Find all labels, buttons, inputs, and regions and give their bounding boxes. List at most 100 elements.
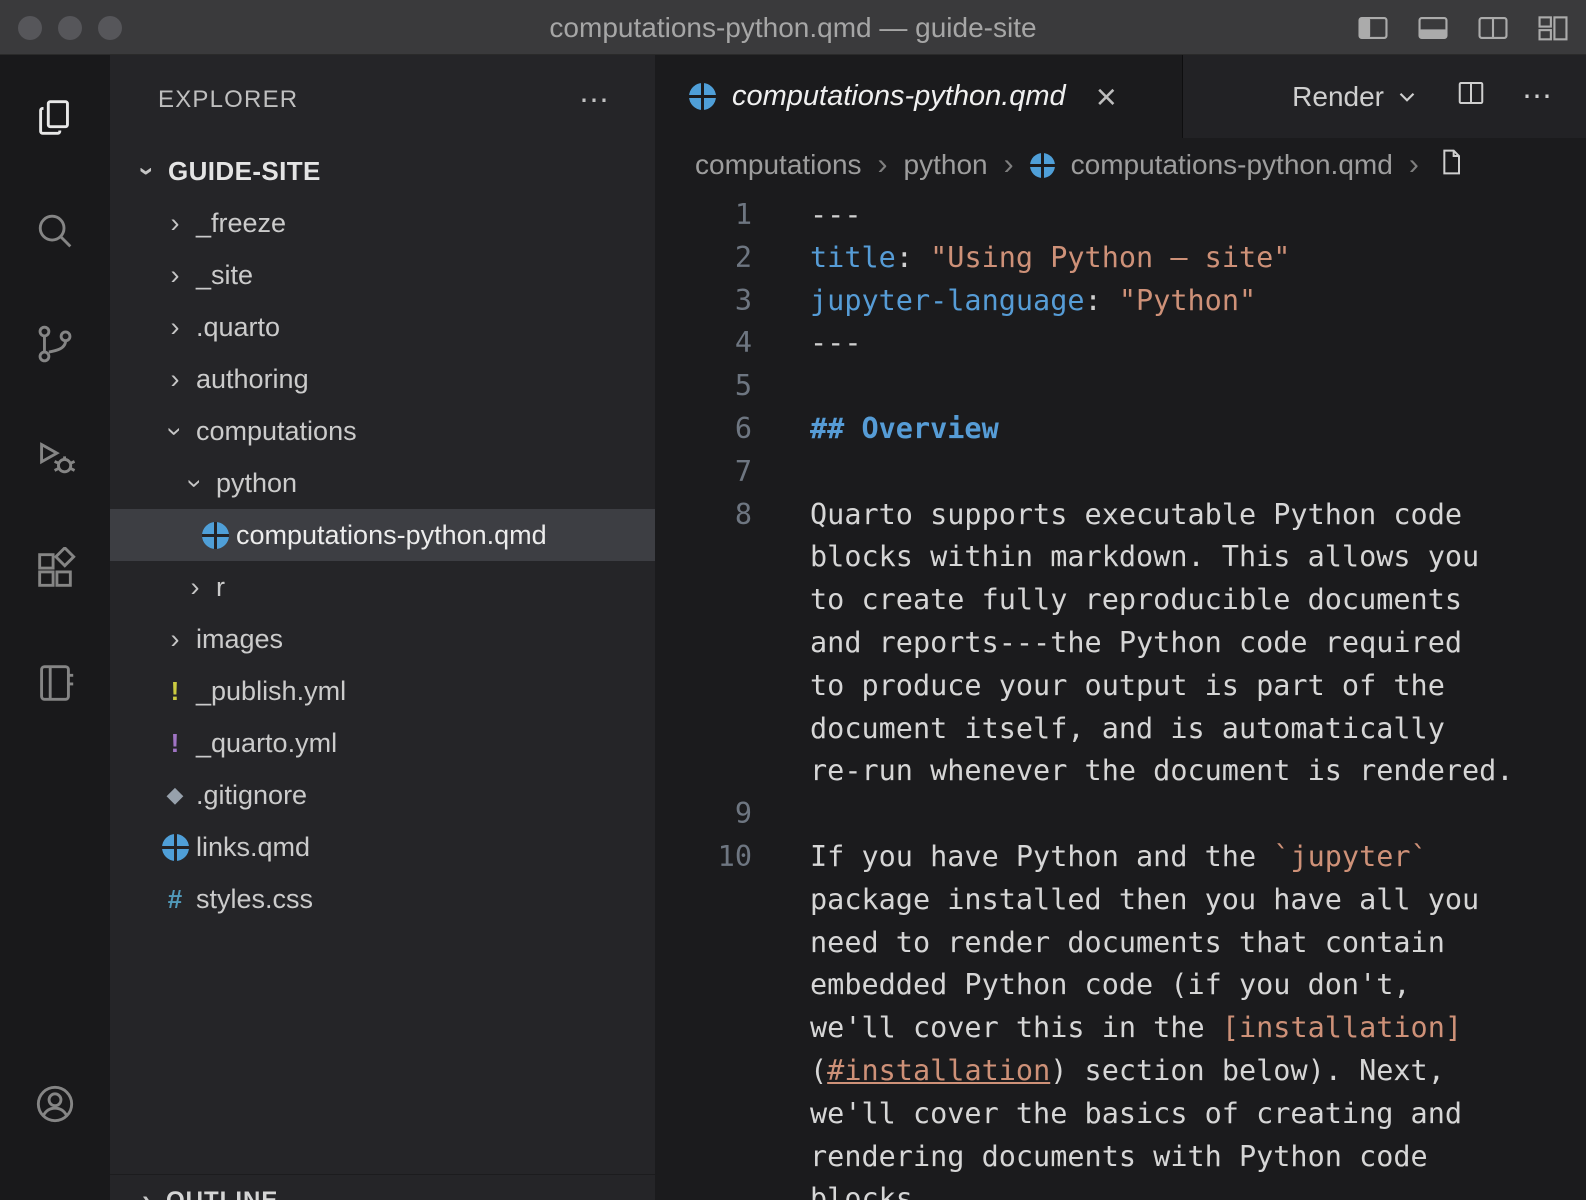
breadcrumb-computations[interactable]: computations — [695, 149, 862, 181]
code-line[interactable]: 9 — [655, 793, 1586, 836]
line-number[interactable]: 6 — [655, 408, 752, 451]
tree-file-_publish.yml[interactable]: !_publish.yml — [110, 665, 655, 717]
layout-controls — [1356, 0, 1570, 55]
extensions-icon[interactable] — [0, 513, 110, 626]
code-line[interactable]: re-run whenever the document is rendered… — [655, 750, 1586, 793]
chevron-right-icon: › — [156, 624, 194, 655]
code-line[interactable]: 7 — [655, 451, 1586, 494]
line-number[interactable]: 8 — [655, 494, 752, 537]
explorer-sidebar: EXPLORER ⋯ › GUIDE-SITE ›_freeze›_site›.… — [110, 55, 655, 1200]
code-line[interactable]: 8Quarto supports executable Python code — [655, 494, 1586, 537]
line-number[interactable]: 9 — [655, 793, 752, 836]
tree-folder-computations[interactable]: ›computations — [110, 405, 655, 457]
code-line-text: we'll cover this in the [installation] — [810, 1007, 1462, 1050]
code-line[interactable]: 1 --- — [655, 194, 1586, 237]
tree-file-styles.css[interactable]: #styles.css — [110, 873, 655, 925]
code-line[interactable]: to produce your output is part of the — [655, 665, 1586, 708]
tree-folder-_site[interactable]: ›_site — [110, 249, 655, 301]
code-line[interactable]: package installed then you have all you — [655, 879, 1586, 922]
token-text: If you have Python and the — [810, 840, 1273, 873]
tree-item-label: authoring — [196, 364, 309, 395]
line-number[interactable] — [655, 536, 752, 579]
code-line[interactable]: 4--- — [655, 322, 1586, 365]
tree-root-guide-site[interactable]: › GUIDE-SITE — [110, 145, 655, 197]
close-tab-icon[interactable]: × — [1096, 79, 1117, 115]
tree-folder-.quarto[interactable]: ›.quarto — [110, 301, 655, 353]
token-text: we'll cover the basics of creating and — [810, 1097, 1462, 1130]
tree-folder-r[interactable]: ›r — [110, 561, 655, 613]
token-meta: --- — [810, 198, 861, 231]
line-number[interactable] — [655, 665, 752, 708]
line-number[interactable] — [655, 1093, 752, 1136]
line-number[interactable]: 4 — [655, 322, 752, 365]
tree-file-links.qmd[interactable]: links.qmd — [110, 821, 655, 873]
code-line[interactable]: need to render documents that contain — [655, 922, 1586, 965]
tab-computations-python[interactable]: computations-python.qmd × — [655, 55, 1183, 138]
tree-item-label: styles.css — [196, 884, 313, 915]
code-line[interactable]: 10 If you have Python and the `jupyter` — [655, 836, 1586, 879]
code-line[interactable]: 2title: "Using Python — site" — [655, 237, 1586, 280]
toggle-sidebar-icon[interactable] — [1356, 11, 1390, 45]
line-number[interactable]: 1 — [655, 194, 752, 237]
code-line[interactable]: embedded Python code (if you don't, — [655, 964, 1586, 1007]
tree-folder-images[interactable]: ›images — [110, 613, 655, 665]
code-editor[interactable]: 1 --- 2title: "Using Python — site"3jupyte… — [655, 192, 1586, 1200]
tree-file-.gitignore[interactable]: ◆.gitignore — [110, 769, 655, 821]
tree-folder-authoring[interactable]: ›authoring — [110, 353, 655, 405]
line-number[interactable] — [655, 708, 752, 751]
account-icon[interactable] — [0, 1047, 110, 1160]
line-number[interactable] — [655, 1050, 752, 1093]
source-control-icon[interactable] — [0, 287, 110, 400]
token-meta: : — [1085, 284, 1119, 317]
tree-folder-_freeze[interactable]: ›_freeze — [110, 197, 655, 249]
line-number[interactable] — [655, 622, 752, 665]
search-icon[interactable] — [0, 174, 110, 287]
tree-file-computations-python.qmd[interactable]: computations-python.qmd — [110, 509, 655, 561]
code-line-text: rendering documents with Python code — [810, 1136, 1428, 1179]
code-line[interactable]: 6## Overview — [655, 408, 1586, 451]
token-text: ( — [810, 1054, 827, 1087]
customize-layout-icon[interactable] — [1536, 11, 1570, 45]
code-line[interactable]: 3jupyter-language: "Python" — [655, 280, 1586, 323]
code-line[interactable]: blocks. — [655, 1178, 1586, 1200]
explorer-more-actions-icon[interactable]: ⋯ — [579, 83, 611, 118]
more-actions-icon[interactable]: ⋯ — [1522, 79, 1554, 114]
code-line[interactable]: we'll cover the basics of creating and — [655, 1093, 1586, 1136]
code-line[interactable]: and reports---the Python code required — [655, 622, 1586, 665]
code-line-text: package installed then you have all you — [810, 879, 1479, 922]
line-number[interactable]: 3 — [655, 280, 752, 323]
tree-folder-python[interactable]: ›python — [110, 457, 655, 509]
toggle-panel-icon[interactable] — [1416, 11, 1450, 45]
run-and-debug-icon[interactable] — [0, 400, 110, 513]
explorer-icon[interactable] — [0, 61, 110, 174]
render-button[interactable]: Render — [1292, 81, 1420, 113]
line-number[interactable] — [655, 750, 752, 793]
split-editor-icon[interactable] — [1456, 78, 1486, 115]
code-line[interactable]: blocks within markdown. This allows you — [655, 536, 1586, 579]
line-number[interactable] — [655, 1178, 752, 1200]
line-number[interactable]: 10 — [655, 836, 752, 879]
outline-section-header[interactable]: › OUTLINE — [110, 1174, 655, 1200]
breadcrumb-file[interactable]: computations-python.qmd — [1071, 149, 1393, 181]
line-number[interactable] — [655, 1136, 752, 1179]
code-line[interactable]: to create fully reproducible documents — [655, 579, 1586, 622]
code-line[interactable]: document itself, and is automatically — [655, 708, 1586, 751]
code-line[interactable]: rendering documents with Python code — [655, 1136, 1586, 1179]
line-number[interactable]: 5 — [655, 365, 752, 408]
code-line-text: If you have Python and the `jupyter` — [810, 836, 1428, 879]
code-line[interactable]: (#installation) section below). Next, — [655, 1050, 1586, 1093]
line-number[interactable]: 2 — [655, 237, 752, 280]
line-number[interactable] — [655, 579, 752, 622]
line-number[interactable]: 7 — [655, 451, 752, 494]
split-editor-icon[interactable] — [1476, 11, 1510, 45]
tab-label: computations-python.qmd — [732, 80, 1066, 113]
notebook-icon[interactable] — [0, 626, 110, 739]
code-line[interactable]: we'll cover this in the [installation] — [655, 1007, 1586, 1050]
code-line[interactable]: 5 — [655, 365, 1586, 408]
breadcrumb-python[interactable]: python — [904, 149, 988, 181]
tree-file-_quarto.yml[interactable]: !_quarto.yml — [110, 717, 655, 769]
line-number[interactable] — [655, 922, 752, 965]
line-number[interactable] — [655, 964, 752, 1007]
line-number[interactable] — [655, 879, 752, 922]
line-number[interactable] — [655, 1007, 752, 1050]
